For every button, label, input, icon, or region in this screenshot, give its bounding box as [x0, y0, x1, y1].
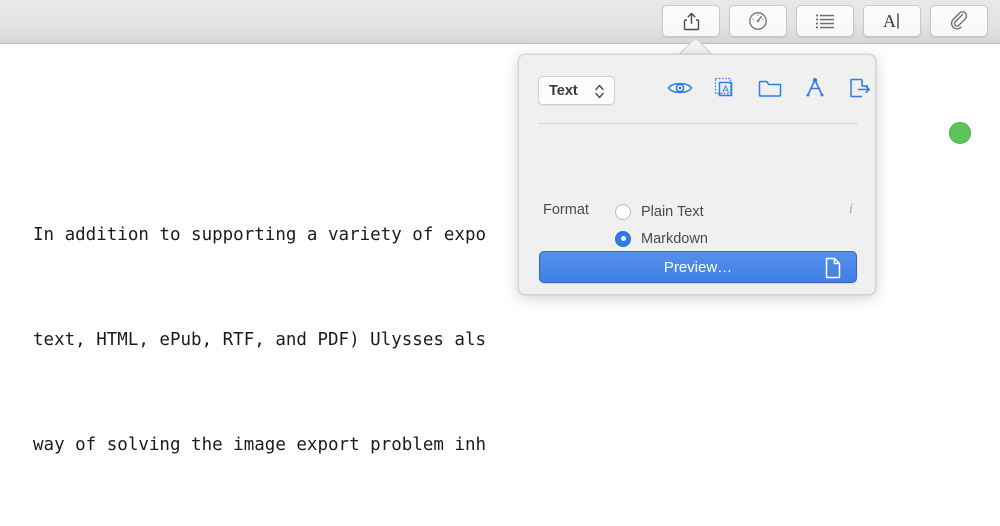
- share-popover: Text A Format Plain Text Markdown i Prev…: [518, 54, 876, 295]
- format-label: Format: [543, 202, 589, 218]
- save-icon-button[interactable]: [757, 77, 783, 103]
- openin-icon-button[interactable]: [802, 77, 828, 103]
- info-icon[interactable]: i: [849, 201, 853, 218]
- toolbar-button-group: A: [662, 5, 988, 37]
- radio-indicator: [615, 230, 631, 247]
- share-icon: [683, 12, 700, 31]
- text-a-icon: A: [881, 11, 903, 31]
- status-dot[interactable]: [949, 122, 971, 144]
- attach-button[interactable]: [930, 5, 988, 37]
- preview-button-label: Preview…: [663, 258, 733, 276]
- svg-text:A: A: [883, 11, 896, 31]
- popup-button-value: Text: [549, 82, 578, 99]
- folder-icon: [758, 78, 782, 103]
- share-button[interactable]: [662, 5, 720, 37]
- paperclip-icon: [949, 11, 969, 31]
- radio-label: Plain Text: [641, 203, 704, 220]
- text-line: way of solving the image export problem …: [33, 435, 487, 455]
- preview-button[interactable]: Preview…: [539, 251, 857, 283]
- format-type-popup-button[interactable]: Text: [538, 76, 615, 105]
- eye-icon: [667, 79, 693, 102]
- list-icon: [815, 13, 835, 29]
- copy-icon-button[interactable]: A: [712, 77, 738, 103]
- export-icon: [848, 77, 872, 104]
- radio-label: Markdown: [641, 230, 708, 247]
- radio-option-plain-text[interactable]: Plain Text: [615, 199, 713, 224]
- document-icon: [824, 257, 842, 284]
- popover-action-icons: A: [667, 77, 873, 103]
- markup-button[interactable]: A: [863, 5, 921, 37]
- copy-a-icon: A: [713, 76, 737, 105]
- radio-option-markdown[interactable]: Markdown: [615, 226, 713, 251]
- stats-button[interactable]: [729, 5, 787, 37]
- export-icon-button[interactable]: [847, 77, 873, 103]
- preview-icon-button[interactable]: [667, 77, 693, 103]
- chevron-up-down-icon: [594, 83, 605, 105]
- toolbar: A: [0, 0, 1000, 44]
- text-line: text, HTML, ePub, RTF, and PDF) Ulysses …: [33, 330, 487, 350]
- popover-header: Text A: [519, 55, 875, 117]
- radio-indicator: [615, 203, 631, 220]
- gauge-icon: [748, 11, 768, 31]
- popover-divider: [538, 123, 858, 124]
- compass-icon: [803, 77, 827, 104]
- list-button[interactable]: [796, 5, 854, 37]
- popover-arrow: [677, 37, 713, 55]
